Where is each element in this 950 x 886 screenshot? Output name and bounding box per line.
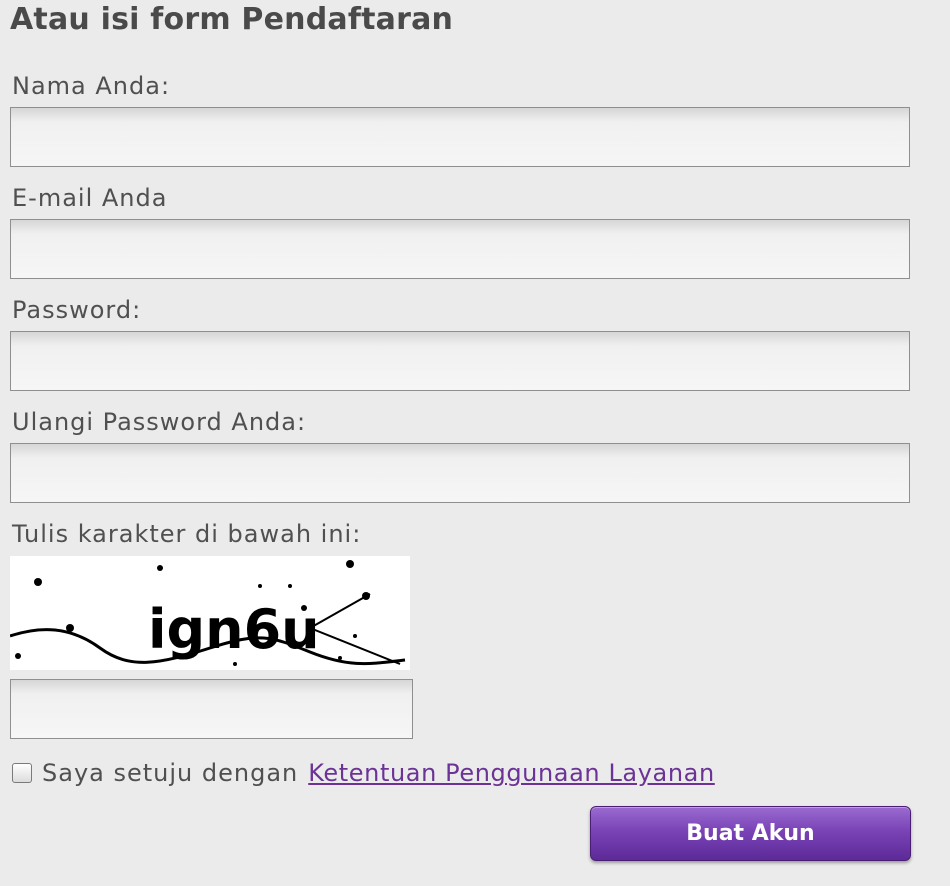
agree-row: Saya setuju dengan Ketentuan Penggunaan … (12, 756, 715, 790)
create-account-button[interactable]: Buat Akun (590, 806, 911, 861)
captcha-label: Tulis karakter di bawah ini: (12, 520, 362, 548)
form-title: Atau isi form Pendaftaran (10, 2, 454, 37)
agree-checkbox[interactable] (12, 763, 32, 783)
terms-link[interactable]: Ketentuan Penggunaan Layanan (308, 759, 715, 787)
captcha-text: ign6u (148, 598, 320, 661)
password-input[interactable] (10, 331, 910, 391)
email-label: E-mail Anda (12, 184, 168, 212)
password-repeat-label: Ulangi Password Anda: (12, 408, 307, 436)
name-input[interactable] (10, 107, 910, 167)
password-label: Password: (12, 296, 142, 324)
agree-text: Saya setuju dengan (42, 759, 299, 787)
captcha-input[interactable] (10, 679, 413, 739)
captcha-image: ign6u (9, 556, 410, 670)
name-label: Nama Anda: (12, 72, 171, 100)
captcha-graphic: ign6u (9, 560, 406, 666)
email-input[interactable] (10, 219, 910, 279)
password-repeat-input[interactable] (10, 443, 910, 503)
